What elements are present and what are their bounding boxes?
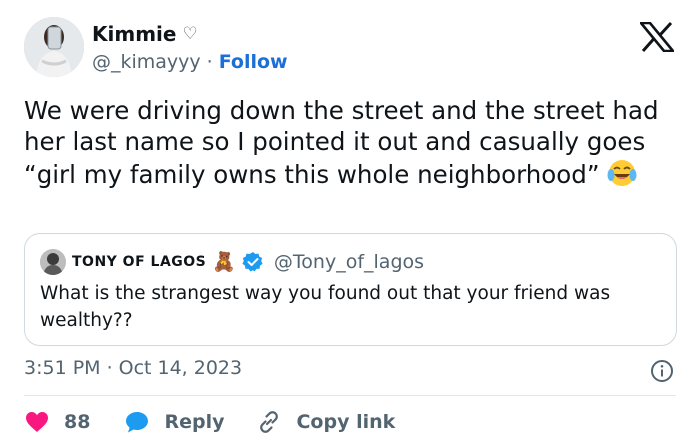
tweet-body: We were driving down the street and the …	[24, 96, 659, 189]
quoted-author-name[interactable]: TONY OF LAGOS	[72, 254, 206, 270]
author-display-name[interactable]: Kimmie	[92, 22, 176, 46]
reply-button[interactable]: Reply	[124, 409, 224, 435]
follow-button[interactable]: Follow	[219, 51, 288, 73]
quoted-tweet-header: TONY OF LAGOS 🧸 @Tony_of_lagos	[40, 249, 424, 275]
tweet-time: 3:51 PM	[24, 357, 101, 379]
author-handle-row: @_kimayyy · Follow	[92, 51, 288, 73]
info-icon[interactable]	[650, 359, 674, 383]
like-button[interactable]: 88	[24, 409, 90, 435]
author-avatar[interactable]	[24, 17, 84, 77]
reply-label: Reply	[164, 411, 225, 433]
x-logo-icon[interactable]	[640, 22, 674, 52]
heart-icon: ♡	[182, 23, 198, 44]
teddy-bear-icon: 🧸	[212, 250, 236, 273]
quoted-author-avatar[interactable]	[40, 249, 66, 275]
tears-of-joy-emoji-icon	[606, 157, 638, 189]
quoted-tweet-text: What is the strangest way you found out …	[40, 283, 611, 331]
link-icon	[260, 411, 279, 433]
author-name-row: Kimmie ♡	[92, 22, 198, 46]
copy-link-label: Copy link	[296, 411, 396, 433]
separator-dot: ·	[106, 357, 113, 379]
reply-bubble-icon	[126, 412, 149, 433]
quoted-author-handle[interactable]: @Tony_of_lagos	[274, 251, 424, 273]
tweet-date: Oct 14, 2023	[118, 357, 243, 379]
divider	[24, 395, 676, 396]
action-bar: 88 Reply Copy link	[24, 408, 395, 436]
tweet-card: Kimmie ♡ @_kimayyy · Follow We were driv…	[0, 0, 700, 448]
verified-badge-icon	[242, 252, 263, 272]
quoted-tweet[interactable]: TONY OF LAGOS 🧸 @Tony_of_lagos What is t…	[24, 233, 677, 346]
like-count: 88	[64, 411, 91, 433]
tweet-text: We were driving down the street and the …	[24, 95, 674, 190]
heart-filled-icon	[26, 412, 48, 432]
copy-link-button[interactable]: Copy link	[256, 409, 395, 435]
author-handle[interactable]: @_kimayyy	[92, 51, 201, 73]
separator-dot: ·	[206, 51, 213, 73]
tweet-timestamp[interactable]: 3:51 PM · Oct 14, 2023	[24, 357, 242, 379]
